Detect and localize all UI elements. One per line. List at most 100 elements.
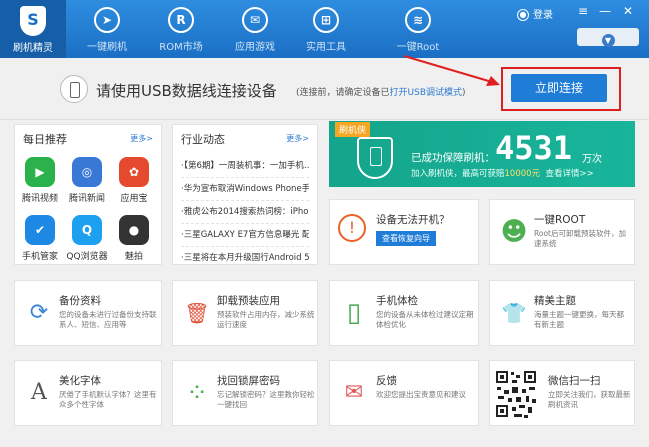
card-title: 一键ROOT <box>534 214 586 226</box>
card-title: 卸载预装应用 <box>217 295 280 307</box>
nav-flash[interactable]: ➤ 一键刷机 <box>71 0 143 58</box>
app-phone-manager[interactable]: ✔ 手机管家 <box>14 215 66 262</box>
news-item[interactable]: ·华为宣布取消Windows Phone手… <box>181 182 309 201</box>
card-title: 备份资料 <box>59 295 101 307</box>
banner-unit: 万次 <box>582 154 602 165</box>
arrow-down-icon: ▼ <box>601 34 615 47</box>
card-feedback[interactable]: ✉ 反馈 欢迎您提出宝贵意见和建议 <box>329 360 479 426</box>
rom-icon: R <box>168 7 194 33</box>
app-tencent-video[interactable]: ▶ 腾讯视频 <box>14 157 66 204</box>
minimize-icon[interactable]: — <box>597 4 613 18</box>
banner-details-link[interactable]: 查看详情>> <box>545 169 593 179</box>
close-icon[interactable]: ✕ <box>620 4 636 18</box>
news-panel: 行业动态 更多> ·【第6期】一周装机事：一加手机… ·华为宣布取消Window… <box>172 124 318 265</box>
app-label: QQ浏览器 <box>66 252 108 262</box>
card-title: 反馈 <box>376 375 397 387</box>
pattern-icon: ⁘ <box>186 378 208 408</box>
news-title: 行业动态 <box>181 133 225 146</box>
app-label: 应用宝 <box>120 194 148 204</box>
app-label: 腾讯新闻 <box>68 194 105 204</box>
connect-title: 请使用USB数据线连接设备 <box>96 82 277 100</box>
app-label: 手机管家 <box>21 252 58 262</box>
news-icon: ◎ <box>72 157 102 187</box>
card-recover-lock-password[interactable]: ⁘ 找回锁屏密码 忘记解锁密码？这里教你轻松一键找回 <box>172 360 318 426</box>
root-icon: ≋ <box>405 7 431 33</box>
shield-phone-icon <box>357 137 393 179</box>
top-bar: S 刷机精灵 ➤ 一键刷机 R ROM市场 ✉ 应用游戏 ⊞ 实用工具 ≋ 一键… <box>0 0 649 58</box>
grid-icon: ⊞ <box>313 7 339 33</box>
usb-debug-link[interactable]: 打开USB调试模式 <box>390 88 462 98</box>
login-label: 登录 <box>533 10 553 21</box>
card-phone-checkup[interactable]: ▯ 手机体检 您的设备从未体检过建议定期体检优化 <box>329 280 479 346</box>
card-wechat-scan[interactable]: 微信扫一扫 立即关注我们，获取最新刷机资讯 <box>489 360 635 426</box>
nav-root[interactable]: ≋ 一键Root <box>382 0 454 58</box>
news-item[interactable]: ·三星将在本月升级国行Android 5… <box>181 251 309 269</box>
card-title: 微信扫一扫 <box>548 375 601 387</box>
app-label: 魅拍 <box>124 252 143 262</box>
card-title: 手机体检 <box>376 295 418 307</box>
nav-label: 实用工具 <box>306 42 346 53</box>
banner-text: 已成功保障刷机： <box>411 152 495 164</box>
nav-label: 一键Root <box>396 42 440 53</box>
nav-rom-market[interactable]: R ROM市场 <box>145 0 217 58</box>
nav-label: 应用游戏 <box>235 42 275 53</box>
cursor-icon: ➤ <box>94 7 120 33</box>
phone-check-icon: ▯ <box>346 298 362 328</box>
browser-icon: Q <box>72 215 102 245</box>
card-desc: 忘记解锁密码？这里教你轻松一键找回 <box>217 390 315 409</box>
hint-suffix: ) <box>462 88 466 98</box>
card-desc: 厌倦了手机默认字体？这里有众多个性字体 <box>59 390 157 409</box>
video-icon: ▶ <box>25 157 55 187</box>
card-desc: 海量主题一键更换，每天都有新主题 <box>534 310 624 329</box>
warning-icon: ! <box>338 214 366 242</box>
app-yingyongbao[interactable]: ✿ 应用宝 <box>108 157 160 204</box>
user-icon: ● <box>517 9 529 21</box>
shield-logo-icon: S <box>20 6 46 36</box>
check-shield-icon: ✔ <box>25 215 55 245</box>
app-store-icon: ✿ <box>119 157 149 187</box>
daily-title: 每日推荐 <box>23 133 67 146</box>
camera-icon: ● <box>119 215 149 245</box>
nav-label: ROM市场 <box>159 42 203 53</box>
card-one-key-root[interactable]: ☻ 一键ROOT Root后可卸载预装软件，加速系统 <box>489 199 635 265</box>
sync-icon: ⟳ <box>29 300 49 325</box>
shirt-icon: 👕 <box>501 301 527 325</box>
logo-label: 刷机精灵 <box>13 43 53 54</box>
card-fonts[interactable]: A 美化字体 厌倦了手机默认字体？这里有众多个性字体 <box>14 360 162 426</box>
recovery-guide-button[interactable]: 查看恢复向导 <box>376 231 436 246</box>
connect-now-button[interactable]: 立即连接 <box>511 74 607 102</box>
connect-hint: (连接前，请确定设备已打开USB调试模式) <box>296 85 466 98</box>
card-title: 找回锁屏密码 <box>217 375 280 387</box>
card-themes[interactable]: 👕 精美主题 海量主题一键更换，每天都有新主题 <box>489 280 635 346</box>
card-desc: 您的设备从未体检过建议定期体检优化 <box>376 310 474 329</box>
login-link[interactable]: ● 登录 <box>517 6 553 21</box>
app-qq-browser[interactable]: Q QQ浏览器 <box>61 215 113 262</box>
card-cant-boot[interactable]: ! 设备无法开机？ 查看恢复向导 <box>329 199 479 265</box>
card-desc: 您的设备未进行过备份支持联系人、短信、应用等 <box>59 310 157 329</box>
qrcode-icon <box>494 367 538 421</box>
card-desc: 欢迎您提出宝贵意见和建议 <box>376 390 466 399</box>
daily-more-link[interactable]: 更多> <box>130 133 153 144</box>
news-item[interactable]: ·【第6期】一周装机事：一加手机… <box>181 159 309 178</box>
card-desc: 预装软件占用内存，减少系统运行速度 <box>217 310 315 329</box>
nav-apps-games[interactable]: ✉ 应用游戏 <box>219 0 291 58</box>
banner-tag: 刷机侠 <box>335 122 371 137</box>
menu-icon[interactable]: ≡ <box>575 4 591 18</box>
card-uninstall-preinstalled[interactable]: 🗑 卸载预装应用 预装软件占用内存，减少系统运行速度 <box>172 280 318 346</box>
card-backup[interactable]: ⟳ 备份资料 您的设备未进行过备份支持联系人、短信、应用等 <box>14 280 162 346</box>
mail-icon: ✉ <box>242 7 268 33</box>
card-title: 设备无法开机？ <box>376 214 450 226</box>
app-meipai[interactable]: ● 魅拍 <box>108 215 160 262</box>
card-desc: 立即关注我们，获取最新刷机资讯 <box>548 390 631 409</box>
nav-tools[interactable]: ⊞ 实用工具 <box>290 0 362 58</box>
banner-amount: 10000元 <box>504 169 541 179</box>
news-more-link[interactable]: 更多> <box>286 133 309 144</box>
logo[interactable]: S 刷机精灵 <box>0 0 66 58</box>
news-item[interactable]: ·雅虎公布2014搜索热词榜：iPhon… <box>181 205 309 224</box>
flash-guard-banner[interactable]: 刷机侠 已成功保障刷机： 4531 万次 加入刷机侠，最高可获赔10000元 查… <box>329 121 635 187</box>
download-update-button[interactable]: ▼ <box>577 28 639 47</box>
app-tencent-news[interactable]: ◎ 腾讯新闻 <box>61 157 113 204</box>
news-item[interactable]: ·三星GALAXY E7官方信息曝光 配… <box>181 228 309 247</box>
nav-label: 一键刷机 <box>87 42 127 53</box>
phone-icon <box>60 75 88 103</box>
